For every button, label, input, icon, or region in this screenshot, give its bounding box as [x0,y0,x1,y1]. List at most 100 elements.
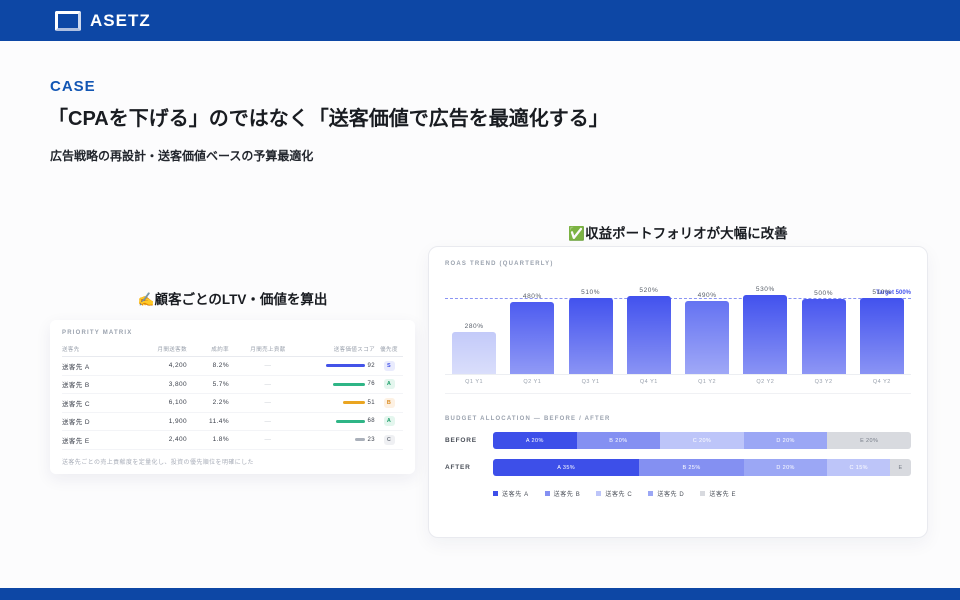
cell-rate: 11.4% [187,418,229,425]
axis-tick-label: Q2 Y1 [503,379,561,385]
budget-segment: D 20% [744,459,828,476]
bar-value-label: 510% [581,289,600,296]
budget-segment: E 20% [827,432,911,449]
budget-legend: 送客先 A送客先 B送客先 C送客先 D送客先 E [493,489,911,498]
top-brand-bar: ASETZ [0,0,960,41]
cell-score: 23 [307,437,375,443]
roas-bar-group: 280% [445,279,503,374]
cell-name: 送客先 B [62,379,132,389]
budget-row: AFTERA 35%B 25%D 20%C 15%E [445,459,911,476]
score-value: 76 [368,381,375,387]
score-bar [343,401,364,404]
roas-chart: Target 500% 280%480%510%520%490%530%500%… [445,279,911,375]
budget-segment: E [890,459,911,476]
cell-monthly: 6,100 [132,399,187,406]
bar-value-label: 530% [756,286,775,293]
legend-label: 送客先 D [657,489,684,498]
priority-matrix-card: PRIORITY MATRIX 送客先月間送客数成約率月間売上貢献送客価値スコア… [50,320,415,474]
column-header: 月間売上貢献 [229,345,307,353]
budget-rows: BEFOREA 20%B 20%C 20%D 20%E 20% AFTERA 35… [445,432,911,476]
axis-tick-label: Q2 Y2 [736,379,794,385]
table-row: 送客先 D1,90011.4%—68A [62,413,403,432]
bar-value-label: 490% [698,292,717,299]
budget-segment: A 35% [493,459,639,476]
cell-priority: C [375,435,403,445]
bar-value-label: 280% [465,323,484,330]
page-title: 「CPAを下げる」のではなく「送客価値で広告を最適化する」 [48,102,609,131]
roas-bar [743,295,787,375]
legend-swatch [700,491,705,496]
cell-contribution: — [229,381,307,388]
legend-swatch [596,491,601,496]
cell-priority: B [375,398,403,408]
legend-swatch [648,491,653,496]
cell-contribution: — [229,436,307,443]
roas-chart-title: ROAS TREND (QUARTERLY) [445,261,911,267]
cell-rate: 5.7% [187,381,229,388]
roas-bar-group: 510% [562,279,620,374]
brand-logo-icon [55,11,81,31]
score-value: 92 [368,363,375,369]
cell-priority: S [375,361,403,371]
roas-bar-group: 520% [620,279,678,374]
legend-item: 送客先 A [493,489,529,498]
cell-score: 68 [307,418,375,424]
cell-score: 51 [307,400,375,406]
column-header: 成約率 [187,345,229,353]
score-value: 51 [368,400,375,406]
legend-item: 送客先 C [596,489,632,498]
cell-name: 送客先 E [62,435,132,445]
priority-badge: A [384,416,395,426]
roas-bar-group: 490% [678,279,736,374]
cell-priority: A [375,416,403,426]
priority-badge: B [384,398,395,408]
roas-card: ROAS TREND (QUARTERLY) Target 500% 280%4… [428,246,928,538]
case-label: CASE [50,78,96,95]
column-header: 送客先 [62,345,132,353]
cell-name: 送客先 A [62,361,132,371]
budget-segment: B 25% [639,459,744,476]
budget-segment: C 15% [827,459,890,476]
budget-chart-title: BUDGET ALLOCATION — BEFORE / AFTER [445,416,911,422]
budget-row: BEFOREA 20%B 20%C 20%D 20%E 20% [445,432,911,449]
legend-item: 送客先 E [700,489,736,498]
cell-monthly: 2,400 [132,436,187,443]
bar-value-label: 520% [639,287,658,294]
axis-tick-label: Q3 Y1 [562,379,620,385]
table-row: 送客先 C6,1002.2%—51B [62,394,403,413]
priority-badge: C [384,435,395,445]
legend-item: 送客先 D [648,489,684,498]
table-row: 送客先 A4,2008.2%—92S [62,357,403,376]
score-value: 23 [368,437,375,443]
cell-score: 76 [307,381,375,387]
bar-value-label: 480% [523,293,542,300]
legend-label: 送客先 A [502,489,529,498]
cell-score: 92 [307,363,375,369]
brand-logo[interactable]: ASETZ [55,11,151,31]
budget-segment: B 20% [577,432,661,449]
cell-monthly: 4,200 [132,362,187,369]
column-header: 優先度 [375,345,403,353]
axis-tick-label: Q1 Y2 [678,379,736,385]
right-panel-caption: ✅収益ポートフォリオが大幅に改善 [428,222,928,242]
score-bar [326,364,365,367]
cell-name: 送客先 D [62,416,132,426]
column-header: 送客価値スコア [307,345,375,353]
score-bar [355,438,365,441]
axis-tick-label: Q1 Y1 [445,379,503,385]
budget-row-label: BEFORE [445,437,493,444]
roas-bar-group: 530% [736,279,794,374]
cell-rate: 8.2% [187,362,229,369]
legend-label: 送客先 C [605,489,632,498]
bar-value-label: 500% [814,290,833,297]
priority-badge: S [384,361,395,371]
roas-bar-group: 500% [795,279,853,374]
roas-bars: 280%480%510%520%490%530%500%510% [445,279,911,374]
cell-rate: 1.8% [187,436,229,443]
cell-rate: 2.2% [187,399,229,406]
roas-x-axis: Q1 Y1Q2 Y1Q3 Y1Q4 Y1Q1 Y2Q2 Y2Q3 Y2Q4 Y2 [445,379,911,394]
slide-canvas: ASETZ CASE 「CPAを下げる」のではなく「送客価値で広告を最適化する」… [0,0,960,600]
roas-bar-group: 480% [503,279,561,374]
budget-segment: A 20% [493,432,577,449]
budget-bar: A 35%B 25%D 20%C 15%E [493,459,911,476]
